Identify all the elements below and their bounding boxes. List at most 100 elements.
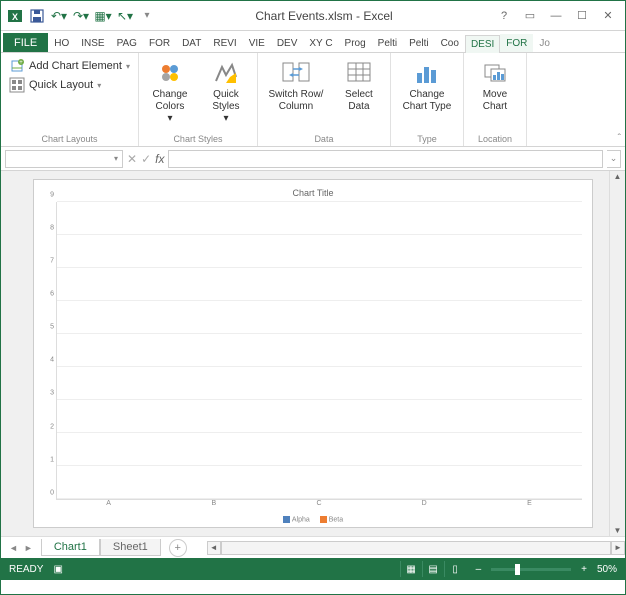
tab-view[interactable]: VIE [243,34,271,52]
sheet-nav-prev-icon[interactable]: ◄ [9,543,18,553]
fx-label[interactable]: fx [155,152,164,166]
tab-developer[interactable]: DEV [271,34,304,52]
vertical-scrollbar[interactable]: ▲ ▼ [609,171,625,536]
minimize-icon[interactable]: — [543,6,569,26]
tab-review[interactable]: REVI [207,34,242,52]
name-box[interactable] [5,150,123,168]
hscroll-track[interactable] [221,541,611,555]
chart-x-axis[interactable]: ABCDE [56,500,582,514]
sheet-tab-chart1[interactable]: Chart1 [41,539,100,556]
formula-input[interactable] [168,150,603,168]
chart-y-axis[interactable]: 0123456789 [44,202,56,500]
y-tick: 2 [50,423,54,430]
chart-object[interactable]: Chart Title 0123456789 ABCDE AlphaBeta [33,179,593,528]
change-chart-type-label: Change Chart Type [397,89,457,113]
scroll-left-icon[interactable]: ◄ [207,541,221,555]
move-chart-button[interactable]: Move Chart [470,57,520,113]
y-tick: 3 [50,390,54,397]
status-bar: READY ▣ ▦ ▤ ▯ – + 50% [1,558,625,580]
cancel-formula-icon[interactable]: ✕ [127,152,137,166]
tab-addin-xyc[interactable]: XY C [303,34,338,52]
move-chart-label: Move Chart [470,89,520,113]
add-chart-element-label: Add Chart Element [29,60,122,72]
chart-legend[interactable]: Alpha Beta [44,516,582,523]
scroll-right-icon[interactable]: ► [611,541,625,555]
quick-layout-button[interactable]: Quick Layout ▾ [7,76,103,94]
group-chart-layouts: + Add Chart Element ▾ Quick Layout ▾ Cha… [1,53,139,146]
switch-row-column-button[interactable]: Switch Row/ Column [264,57,328,113]
sheet-tab-sheet1[interactable]: Sheet1 [100,539,161,556]
move-chart-icon [479,57,511,87]
view-page-layout-icon[interactable]: ▤ [422,561,444,577]
y-tick: 1 [50,456,54,463]
maximize-icon[interactable]: ☐ [569,6,595,26]
cursor-icon[interactable]: ↖▾ [115,6,135,26]
tab-addin-pelti1[interactable]: Pelti [372,34,403,52]
close-icon[interactable]: ✕ [595,6,621,26]
quick-access-toolbar: X ↶▾ ↷▾ ▦▾ ↖▾ ▾ [1,6,157,26]
change-colors-button[interactable]: Change Colors▾ [145,57,195,125]
tab-addin-prog[interactable]: Prog [339,34,372,52]
y-tick: 6 [50,291,54,298]
tab-insert[interactable]: INSE [75,34,110,52]
y-tick: 8 [50,225,54,232]
quick-layout-label: Quick Layout [29,79,93,91]
legend-item[interactable]: Beta [320,516,343,523]
chart-plot: 0123456789 [44,202,582,500]
view-normal-icon[interactable]: ▦ [400,561,422,577]
tab-format[interactable]: FOR [500,34,533,52]
quick-styles-icon [210,57,242,87]
group-label-styles: Chart Styles [173,132,222,146]
sheet-nav-next-icon[interactable]: ► [24,543,33,553]
legend-item[interactable]: Alpha [283,516,310,523]
qat-custom-icon[interactable]: ▦▾ [93,6,113,26]
quick-styles-button[interactable]: Quick Styles▾ [201,57,251,125]
group-label-data: Data [314,132,333,146]
tab-addin-coo[interactable]: Coo [435,34,465,52]
tab-home[interactable]: HO [48,34,75,52]
view-page-break-icon[interactable]: ▯ [444,561,466,577]
y-tick: 7 [50,258,54,265]
zoom-in-icon[interactable]: + [581,564,587,575]
new-sheet-button[interactable]: + [169,539,187,557]
tab-file[interactable]: FILE [3,33,48,52]
tab-addin-pelti2[interactable]: Pelti [403,34,434,52]
zoom-slider[interactable] [491,568,571,571]
tab-overflow[interactable]: Jo [533,34,556,52]
x-tick: D [372,500,477,514]
quick-layout-icon [9,77,25,93]
qat-dropdown-icon[interactable]: ▾ [137,6,157,26]
enter-formula-icon[interactable]: ✓ [141,152,151,166]
zoom-out-icon[interactable]: – [476,564,482,575]
save-icon[interactable] [27,6,47,26]
zoom-level[interactable]: 50% [597,564,617,575]
svg-text:X: X [12,12,18,22]
redo-icon[interactable]: ↷▾ [71,6,91,26]
add-chart-element-button[interactable]: + Add Chart Element ▾ [7,57,132,75]
add-chart-element-icon: + [9,58,25,74]
formula-bar: ✕ ✓ fx ⌄ [1,147,625,171]
group-label-layouts: Chart Layouts [41,132,97,146]
ribbon: + Add Chart Element ▾ Quick Layout ▾ Cha… [1,53,625,147]
expand-formula-bar-icon[interactable]: ⌄ [607,150,621,168]
tab-page-layout[interactable]: PAG [111,34,143,52]
y-tick: 0 [50,489,54,496]
undo-icon[interactable]: ↶▾ [49,6,69,26]
scroll-down-icon[interactable]: ▼ [613,525,623,536]
help-icon[interactable]: ? [491,6,517,26]
select-data-button[interactable]: Select Data [334,57,384,113]
ribbon-display-icon[interactable]: ▭ [517,6,543,26]
tab-data[interactable]: DAT [176,34,207,52]
macro-record-icon[interactable]: ▣ [53,564,62,575]
chart-title[interactable]: Chart Title [44,188,582,198]
y-tick: 9 [50,192,54,199]
switch-row-column-label: Switch Row/ Column [264,89,328,113]
change-chart-type-button[interactable]: Change Chart Type [397,57,457,113]
scroll-up-icon[interactable]: ▲ [613,171,623,182]
collapse-ribbon-icon[interactable]: ˆ [618,133,621,144]
horizontal-scrollbar[interactable]: ◄ ► [207,541,625,555]
chart-plot-area[interactable] [56,202,582,500]
tab-design[interactable]: DESI [465,35,500,53]
tab-formulas[interactable]: FOR [143,34,176,52]
x-tick: C [266,500,371,514]
